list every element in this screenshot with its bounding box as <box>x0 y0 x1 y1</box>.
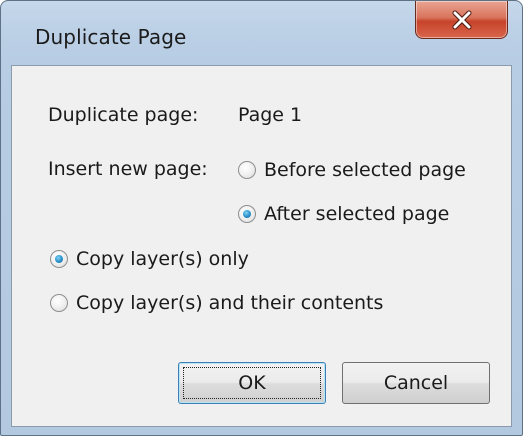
close-icon <box>452 10 472 30</box>
duplicate-page-label: Duplicate page: <box>48 104 199 126</box>
radio-label: Before selected page <box>264 159 466 181</box>
dialog-body: Duplicate page: Page 1 Insert new page: … <box>11 65 512 427</box>
cancel-button-label: Cancel <box>383 372 449 394</box>
radio-button[interactable] <box>238 161 256 179</box>
duplicate-page-value: Page 1 <box>238 104 303 126</box>
radio-before-selected-page[interactable]: Before selected page <box>238 158 466 182</box>
cancel-button[interactable]: Cancel <box>342 362 490 404</box>
radio-button[interactable] <box>50 250 68 268</box>
duplicate-page-dialog: Duplicate Page Duplicate page: Page 1 In… <box>0 0 523 436</box>
focus-rectangle <box>183 367 321 399</box>
radio-after-selected-page[interactable]: After selected page <box>238 202 449 226</box>
dialog-title: Duplicate Page <box>35 25 187 49</box>
radio-copy-layers-and-contents[interactable]: Copy layer(s) and their contents <box>50 291 383 315</box>
radio-button[interactable] <box>50 294 68 312</box>
radio-button[interactable] <box>238 205 256 223</box>
radio-label: Copy layer(s) and their contents <box>76 292 384 314</box>
close-button[interactable] <box>415 1 508 39</box>
radio-label: Copy layer(s) only <box>76 248 249 270</box>
radio-label: After selected page <box>264 203 450 225</box>
title-bar[interactable]: Duplicate Page <box>1 1 522 61</box>
insert-new-page-label: Insert new page: <box>48 158 208 180</box>
radio-copy-layers-only[interactable]: Copy layer(s) only <box>50 247 249 271</box>
ok-button[interactable]: OK <box>178 362 326 404</box>
